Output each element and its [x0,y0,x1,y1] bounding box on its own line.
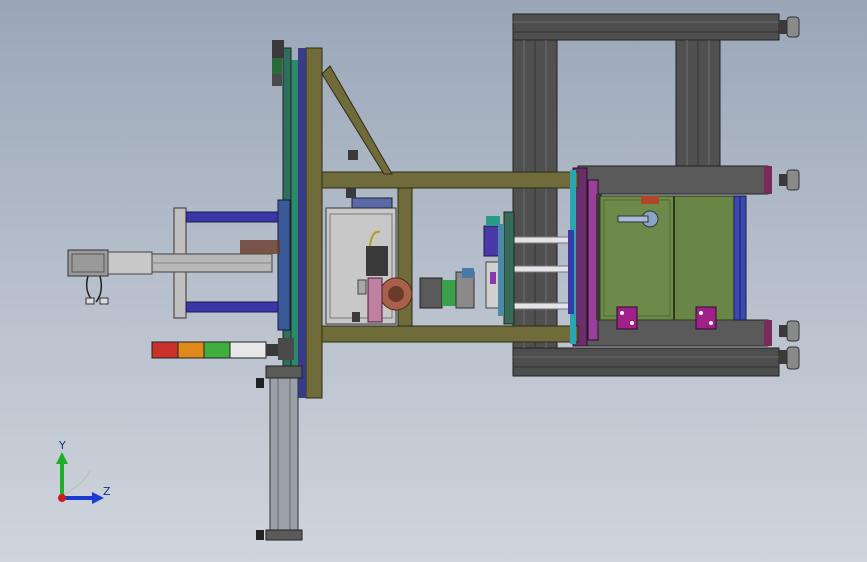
vertical-lower-cylinder[interactable] [256,365,303,541]
y-axis-arrow [56,452,68,464]
left-cylinder-assembly[interactable] [67,207,280,319]
tower-light[interactable] [151,338,294,360]
y-axis-label: Y [59,439,66,452]
cad-viewport[interactable]: Y Z [0,0,867,562]
machine-assembly-model[interactable] [0,0,867,562]
rotation-arc [61,469,91,497]
coordinate-triad[interactable]: Y Z [50,439,120,510]
origin-point [58,494,66,502]
z-axis-label: Z [103,485,111,498]
mold-clamp-unit[interactable] [572,165,772,347]
